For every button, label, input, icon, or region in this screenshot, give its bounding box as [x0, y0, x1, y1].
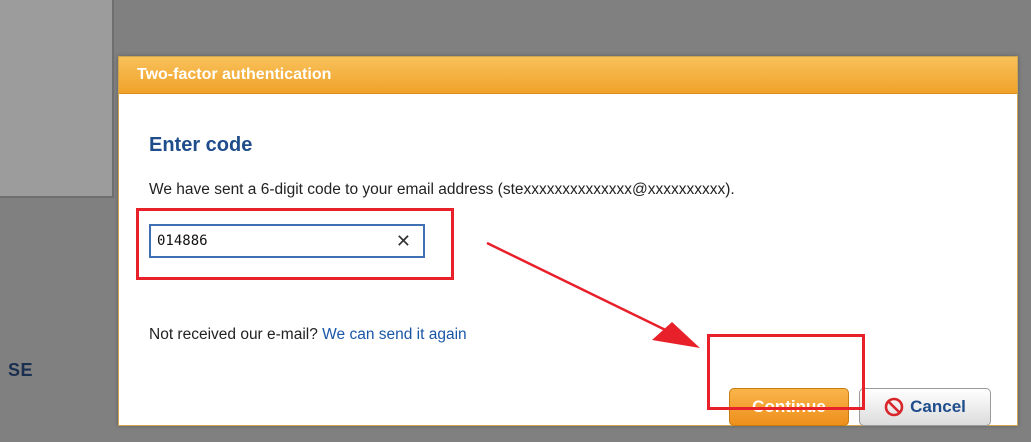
code-sent-message: We have sent a 6-digit code to your emai… [149, 181, 735, 198]
code-input[interactable] [151, 226, 393, 256]
cancel-icon [884, 397, 904, 417]
dialog-body: Enter code We have sent a 6-digit code t… [119, 94, 1017, 426]
enter-code-heading: Enter code [149, 134, 253, 156]
screen: SE Two-factor authentication Enter code … [0, 0, 1031, 442]
continue-button[interactable]: Continue [729, 388, 849, 426]
dialog-title: Two-factor authentication [119, 57, 1017, 94]
close-icon[interactable]: ✕ [396, 230, 411, 252]
cancel-label: Cancel [910, 397, 966, 416]
background-panel [0, 0, 114, 198]
code-field[interactable]: ✕ [149, 224, 425, 258]
resend-prefix: Not received our e-mail? [149, 326, 318, 343]
resend-link[interactable]: We can send it again [322, 326, 466, 343]
two-factor-dialog: Two-factor authentication Enter code We … [118, 56, 1018, 426]
resend-line: Not received our e-mail? We can send it … [149, 326, 467, 344]
background-label: SE [8, 360, 34, 380]
cancel-button[interactable]: Cancel [859, 388, 991, 426]
